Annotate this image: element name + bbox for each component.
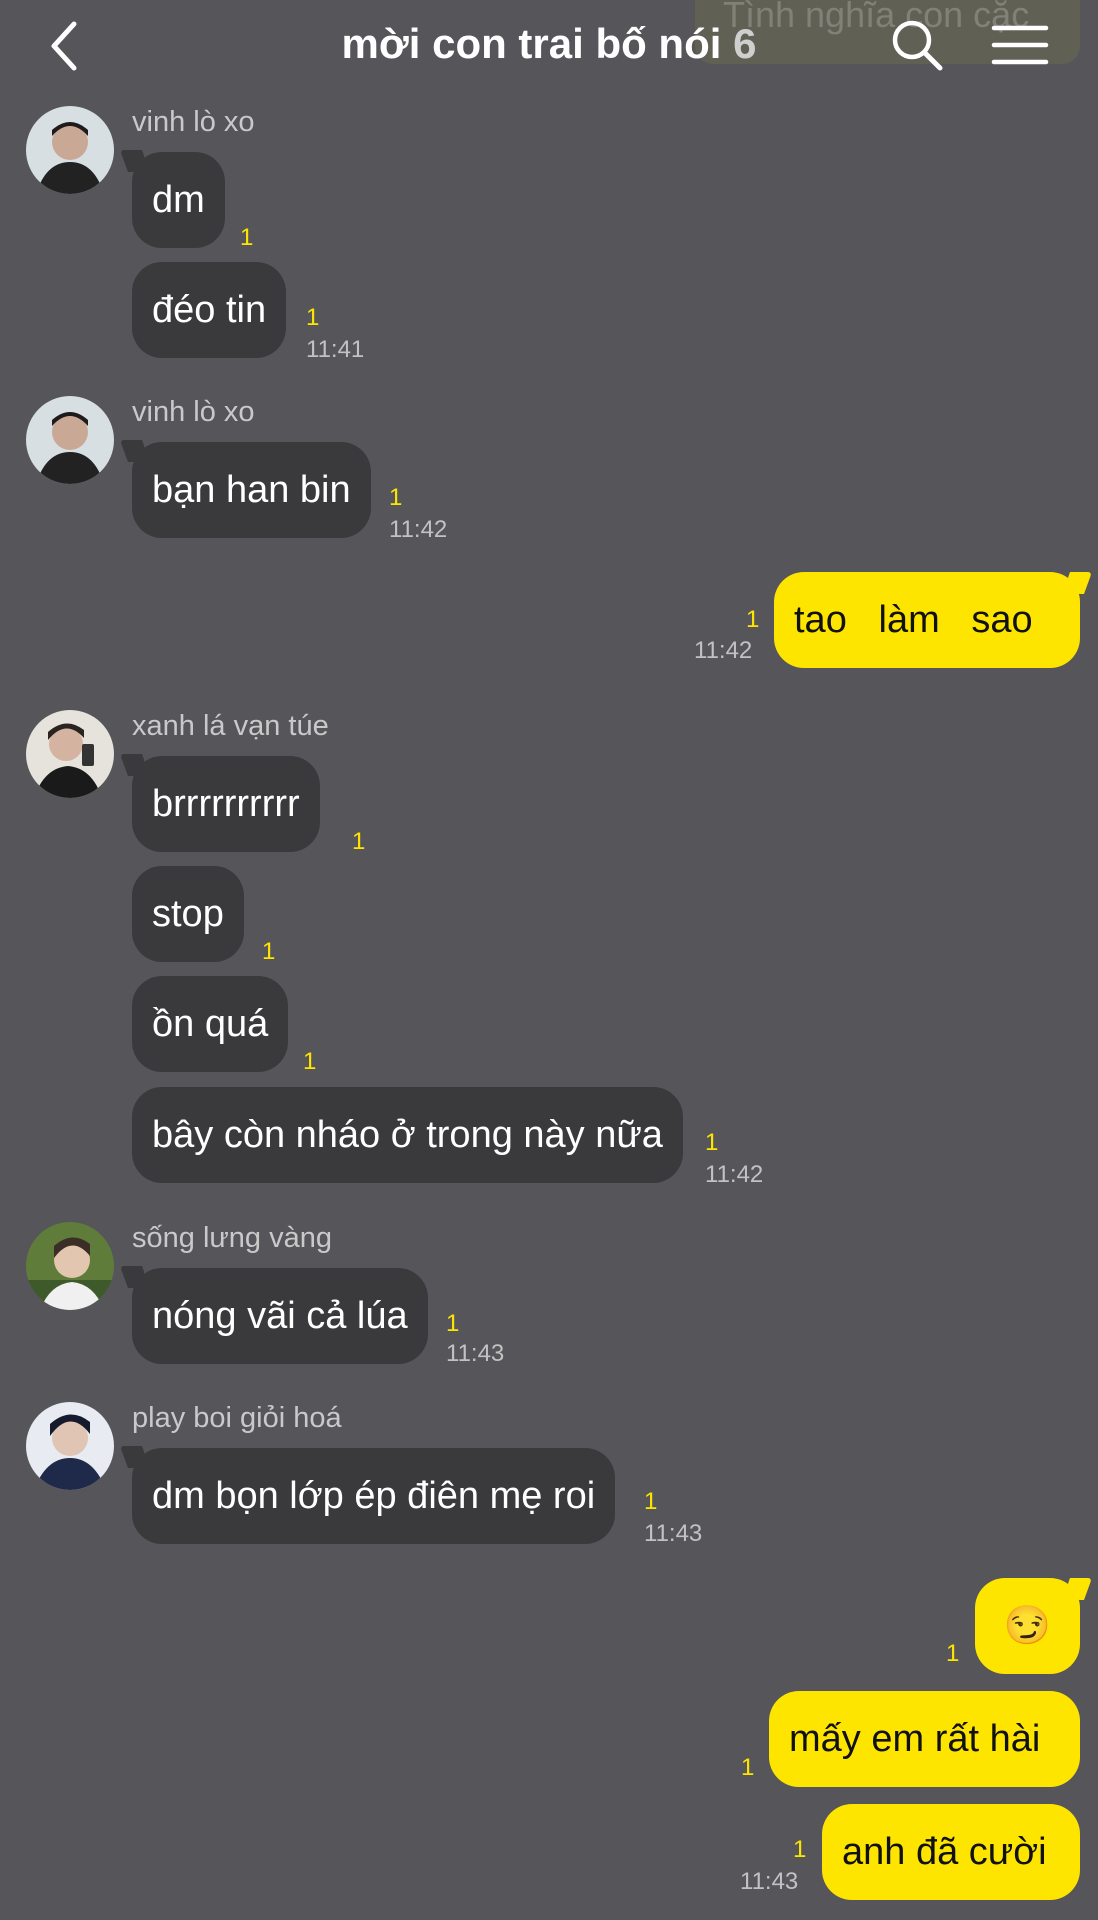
message-bubble[interactable]: ồn quá	[132, 976, 289, 1072]
menu-button[interactable]	[990, 20, 1050, 70]
avatar-photo	[26, 1402, 114, 1490]
unread-count: 1	[644, 1488, 658, 1515]
avatar-photo	[26, 106, 114, 194]
message-bubble[interactable]: stop	[132, 866, 244, 962]
unread-count: 1	[741, 1754, 755, 1781]
search-button[interactable]	[890, 18, 946, 74]
avatar-photo	[26, 1222, 114, 1310]
message-bubble[interactable]: tao làm sao	[774, 572, 1080, 668]
unread-count: 1	[306, 304, 320, 331]
avatar-photo	[26, 396, 114, 484]
message-time: 11:41	[306, 336, 365, 363]
avatar-xanh-la-van-tue[interactable]	[26, 710, 114, 798]
message-bubble[interactable]: bây còn nháo ở trong này nữa	[132, 1087, 683, 1183]
sender-name: play boi giỏi hoá	[132, 1402, 342, 1434]
message-time: 11:42	[389, 516, 448, 543]
avatar-vinh-lo-xo[interactable]	[26, 106, 114, 194]
avatar-vinh-lo-xo-2[interactable]	[26, 396, 114, 484]
unread-count: 1	[262, 938, 276, 965]
message-bubble[interactable]: dm	[132, 152, 225, 248]
unread-count: 1	[746, 606, 760, 633]
message-bubble[interactable]: 😏	[975, 1578, 1080, 1674]
unread-count: 1	[303, 1048, 317, 1075]
message-bubble[interactable]: mấy em rất hài	[769, 1691, 1080, 1787]
unread-count: 1	[793, 1836, 807, 1863]
message-bubble[interactable]: bạn han bin	[132, 442, 371, 538]
chat-name: mời con trai bố nói	[341, 20, 722, 67]
message-bubble[interactable]: anh đã cười	[822, 1804, 1080, 1900]
sender-name: sống lưng vàng	[132, 1222, 332, 1254]
message-time: 11:43	[446, 1340, 505, 1367]
unread-count: 1	[446, 1310, 460, 1337]
message-time: 11:42	[705, 1161, 764, 1188]
search-icon	[892, 20, 943, 71]
member-count: 6	[733, 20, 757, 67]
sender-name: vinh lò xo	[132, 106, 255, 138]
unread-count: 1	[389, 484, 403, 511]
avatar-photo	[26, 710, 114, 798]
message-time: 11:43	[644, 1520, 703, 1547]
unread-count: 1	[352, 828, 366, 855]
message-bubble[interactable]: đéo tin	[132, 262, 287, 358]
sender-name: xanh lá vạn túe	[132, 710, 329, 742]
message-bubble[interactable]: dm bọn lớp ép điên mẹ roi	[132, 1448, 616, 1544]
message-bubble[interactable]: nóng vãi cả lúa	[132, 1268, 428, 1364]
unread-count: 1	[705, 1129, 719, 1156]
message-time: 11:43	[740, 1868, 799, 1895]
message-time: 11:42	[694, 637, 753, 664]
unread-count: 1	[240, 224, 254, 251]
avatar-song-lung-vang[interactable]	[26, 1222, 114, 1310]
unread-count: 1	[946, 1640, 960, 1667]
sender-name: vinh lò xo	[132, 396, 255, 428]
hamburger-menu-icon	[991, 25, 1049, 65]
chat-header: mời con trai bố nói 6	[0, 0, 1098, 90]
message-bubble[interactable]: brrrrrrrrrr	[132, 756, 320, 852]
avatar-play-boi-gioi-hoa[interactable]	[26, 1402, 114, 1490]
